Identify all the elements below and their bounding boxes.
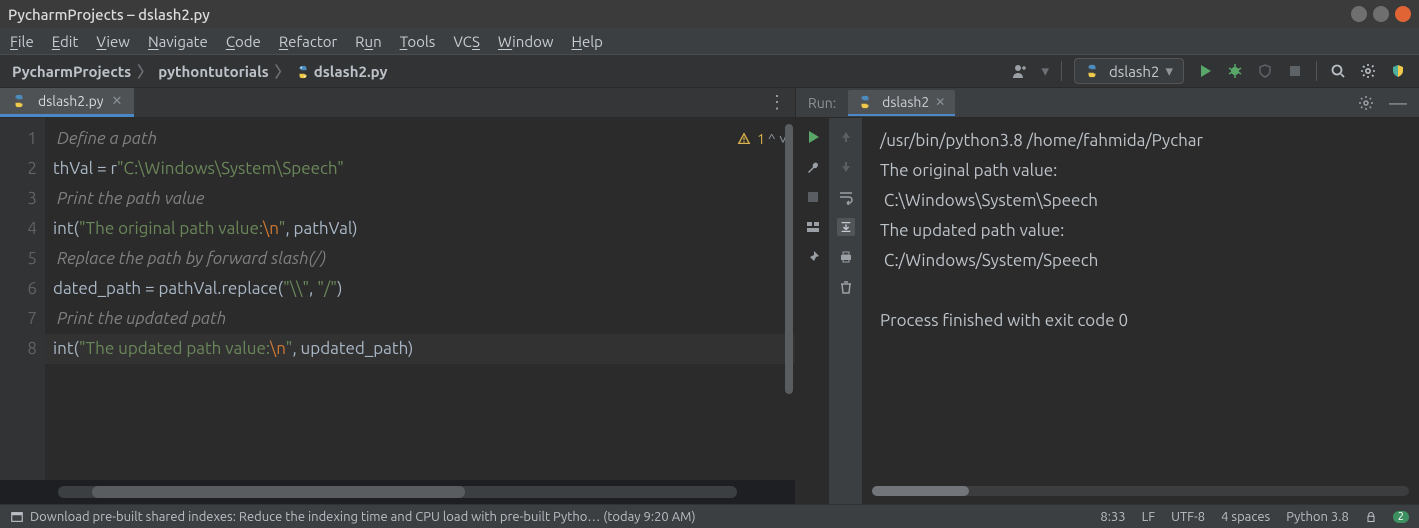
window-title: PycharmProjects – dslash2.py xyxy=(8,6,1351,23)
run-button[interactable] xyxy=(1196,62,1214,80)
run-header: Run: dslash2 ✕ — xyxy=(796,88,1419,118)
warning-icon xyxy=(737,132,751,146)
notifications-badge[interactable]: 2 xyxy=(1393,511,1409,523)
breadcrumb-file[interactable]: dslash2.py xyxy=(296,63,388,80)
stop-button[interactable] xyxy=(1286,62,1304,80)
rerun-icon[interactable] xyxy=(804,128,822,146)
menu-run[interactable]: Run xyxy=(351,31,386,52)
maximize-icon[interactable] xyxy=(1373,6,1389,22)
python-icon xyxy=(1085,64,1099,78)
menu-tools[interactable]: Tools xyxy=(396,31,440,52)
chevron-down-icon: ▾ xyxy=(1165,62,1173,80)
menu-window[interactable]: Window xyxy=(494,31,558,52)
menu-file[interactable]: File xyxy=(6,31,38,52)
menu-refactor[interactable]: Refactor xyxy=(275,31,341,52)
close-tab-icon[interactable]: ✕ xyxy=(111,94,122,109)
trash-icon[interactable] xyxy=(837,278,855,296)
status-message[interactable]: Download pre-built shared indexes: Reduc… xyxy=(30,510,696,524)
close-window-icon[interactable] xyxy=(1395,6,1411,22)
python-interpreter[interactable]: Python 3.8 xyxy=(1286,510,1349,524)
shield-icon[interactable] xyxy=(1389,62,1407,80)
run-toolbar xyxy=(796,118,862,504)
titlebar: PycharmProjects – dslash2.py xyxy=(0,0,1419,28)
python-file-icon xyxy=(12,94,26,108)
editor-horizontal-scrollbar[interactable] xyxy=(58,486,737,498)
menu-view[interactable]: View xyxy=(92,31,134,52)
code-editor[interactable]: 1 2 3 4 5 6 7 8 1 ^ ˅ Define a path thVa… xyxy=(0,118,795,480)
settings-gear-icon[interactable] xyxy=(1359,62,1377,80)
breadcrumb-root[interactable]: PycharmProjects xyxy=(12,63,131,80)
run-settings-gear-icon[interactable] xyxy=(1357,94,1375,112)
editor-vertical-scrollbar[interactable] xyxy=(783,118,795,480)
file-encoding[interactable]: UTF-8 xyxy=(1171,510,1205,524)
hide-panel-icon[interactable]: — xyxy=(1389,94,1407,112)
status-bar: Download pre-built shared indexes: Reduc… xyxy=(0,504,1419,528)
search-everywhere-icon[interactable] xyxy=(1329,62,1347,80)
inspection-badge[interactable]: 1 xyxy=(737,124,765,154)
run-config-selector[interactable]: dslash2 ▾ xyxy=(1074,58,1184,84)
editor-tab-label: dslash2.py xyxy=(38,93,103,109)
line-separator[interactable]: LF xyxy=(1142,510,1155,524)
more-vertical-icon[interactable]: ⋮ xyxy=(767,94,785,112)
code-area[interactable]: 1 ^ ˅ Define a path thVal = r"C:\Windows… xyxy=(45,118,795,480)
gutter: 1 2 3 4 5 6 7 8 xyxy=(0,118,45,480)
coverage-button[interactable] xyxy=(1256,62,1274,80)
stop-icon[interactable] xyxy=(804,188,822,206)
pin-icon[interactable] xyxy=(804,248,822,266)
menu-navigate[interactable]: Navigate xyxy=(144,31,212,52)
python-icon xyxy=(858,95,872,109)
menubar: File Edit View Navigate Code Refactor Ru… xyxy=(0,28,1419,54)
print-icon[interactable] xyxy=(837,248,855,266)
soft-wrap-icon[interactable] xyxy=(837,188,855,206)
breadcrumb[interactable]: PycharmProjects 〉 pythontutorials 〉 dsla… xyxy=(12,61,387,82)
breadcrumb-folder[interactable]: pythontutorials xyxy=(158,63,268,80)
run-horizontal-scrollbar[interactable] xyxy=(872,486,1409,496)
run-label: Run: xyxy=(808,95,836,111)
down-arrow-icon[interactable] xyxy=(837,158,855,176)
editor-tabs: dslash2.py ✕ ⋮ xyxy=(0,88,795,118)
wrench-icon[interactable] xyxy=(804,158,822,176)
run-tab[interactable]: dslash2 ✕ xyxy=(848,90,955,116)
chevron-right-icon: 〉 xyxy=(137,61,152,82)
menu-vcs[interactable]: VCS xyxy=(449,31,484,52)
navigation-bar: PycharmProjects 〉 pythontutorials 〉 dsla… xyxy=(0,54,1419,88)
python-file-icon xyxy=(296,65,310,79)
minimize-icon[interactable] xyxy=(1351,6,1367,22)
run-config-label: dslash2 xyxy=(1109,63,1160,80)
run-output[interactable]: /usr/bin/python3.8 /home/fahmida/Pychar … xyxy=(862,118,1419,504)
scroll-to-end-icon[interactable] xyxy=(837,218,855,236)
menu-edit[interactable]: Edit xyxy=(48,31,83,52)
processes-icon[interactable] xyxy=(10,510,24,524)
lock-icon[interactable] xyxy=(1365,511,1377,523)
layout-icon[interactable] xyxy=(804,218,822,236)
menu-code[interactable]: Code xyxy=(222,31,265,52)
up-arrow-icon[interactable] xyxy=(837,128,855,146)
debug-button[interactable] xyxy=(1226,62,1244,80)
menu-help[interactable]: Help xyxy=(568,31,607,52)
indent-setting[interactable]: 4 spaces xyxy=(1221,510,1270,524)
chevron-right-icon: 〉 xyxy=(275,61,290,82)
user-add-icon[interactable] xyxy=(1011,62,1029,80)
caret-position[interactable]: 8:33 xyxy=(1100,510,1125,524)
editor-tab-active[interactable]: dslash2.py ✕ xyxy=(0,88,134,117)
close-run-tab-icon[interactable]: ✕ xyxy=(935,95,945,109)
